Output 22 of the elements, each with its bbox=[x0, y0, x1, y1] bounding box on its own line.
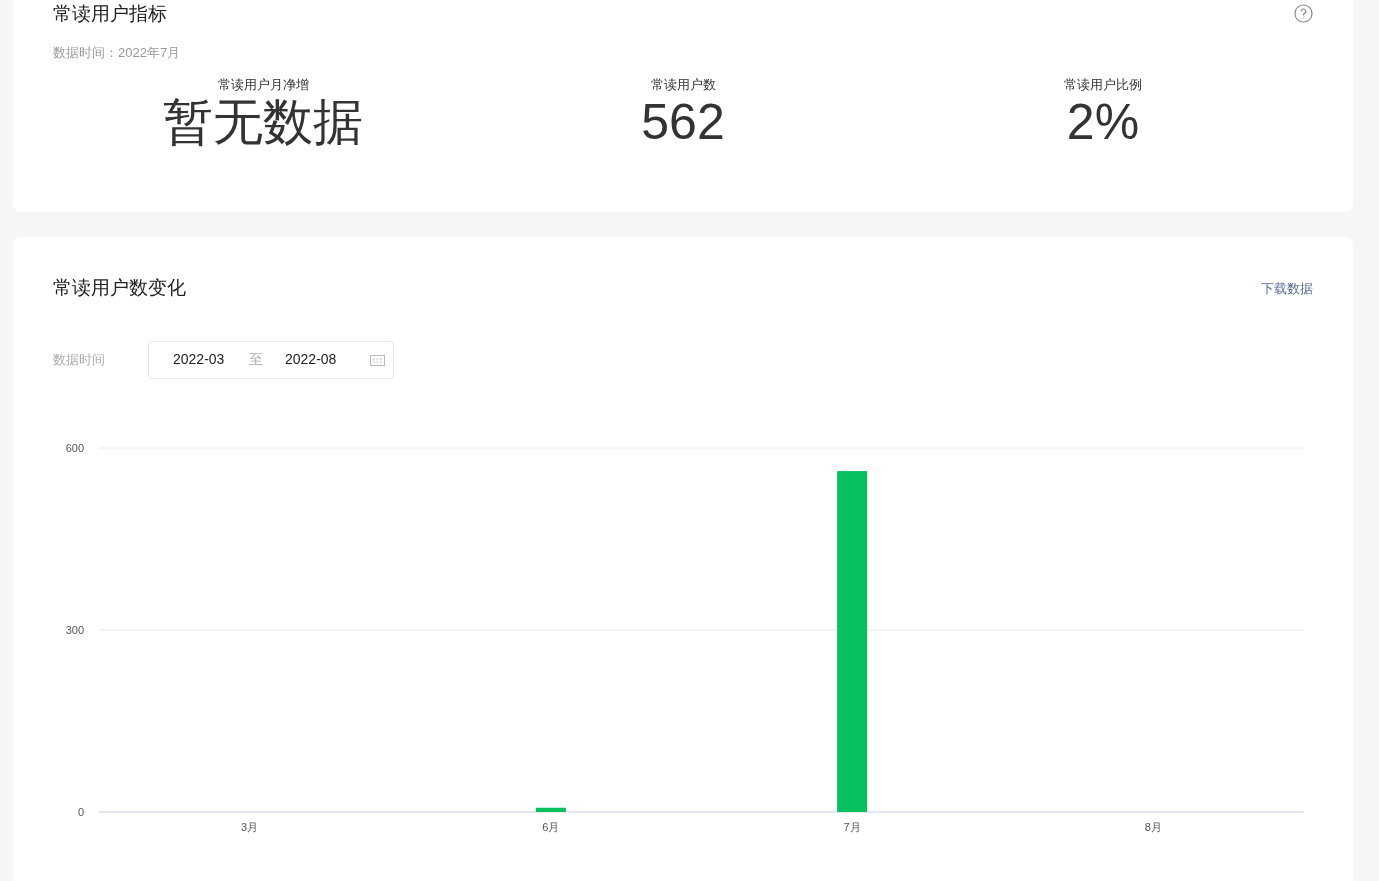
chart-bar bbox=[535, 807, 566, 812]
date-range-field[interactable]: 2022-03 至 2022-08 bbox=[148, 340, 394, 379]
help-icon[interactable] bbox=[1294, 4, 1313, 23]
metric-label: 常读用户数 bbox=[650, 75, 716, 94]
y-axis-label: 600 bbox=[65, 441, 84, 454]
x-axis-label: 7月 bbox=[843, 820, 861, 833]
x-axis-label: 8月 bbox=[1144, 820, 1162, 833]
field-label: 数据时间 bbox=[53, 350, 106, 369]
metric-label: 常读用户月净增 bbox=[217, 75, 309, 94]
download-link[interactable]: 下载数据 bbox=[1261, 278, 1313, 298]
data-time-text: 数据时间：2022年7月 bbox=[53, 44, 182, 62]
x-axis-label: 3月 bbox=[241, 820, 259, 833]
metric-value: 2% bbox=[1066, 94, 1140, 150]
calendar-icon bbox=[370, 353, 385, 366]
card-title: 常读用户数变化 bbox=[53, 276, 186, 300]
metric-value: 562 bbox=[641, 94, 725, 150]
metric-value: 暂无数据 bbox=[163, 94, 363, 150]
y-axis-label: 0 bbox=[77, 805, 84, 818]
metric-label: 常读用户比例 bbox=[1064, 75, 1142, 94]
y-axis-label: 300 bbox=[65, 623, 84, 636]
card-title: 常读用户指标 bbox=[53, 2, 167, 26]
x-axis-label: 6月 bbox=[542, 820, 560, 833]
